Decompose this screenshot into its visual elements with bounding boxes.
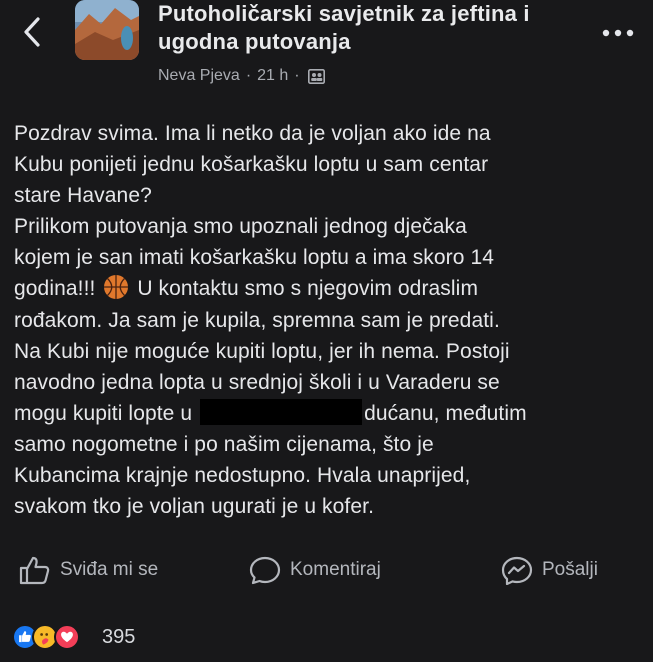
basketball-emoji <box>104 275 129 300</box>
post-text: Pozdrav svima. Ima li netko da je voljan… <box>14 118 642 522</box>
post-line: Na Kubi nije moguće kupiti loptu, jer ih… <box>14 339 510 363</box>
post-line: navodno jedna lopta u srednjoj školi i u… <box>14 370 500 394</box>
post-line: Prilikom putovanja smo upoznali jednog d… <box>14 215 467 239</box>
post-actions: Sviđa mi se Komentiraj Pošalji <box>0 548 653 592</box>
more-dots-icon[interactable] <box>601 28 635 38</box>
post-line: U kontaktu smo s njegovim odraslim <box>137 277 479 301</box>
author-name[interactable]: Neva Pjeva <box>158 67 240 85</box>
post-screen: Putoholičarski savjetnik za jeftina i ug… <box>0 0 653 662</box>
like-label: Sviđa mi se <box>60 559 159 580</box>
group-title[interactable]: Putoholičarski savjetnik za jeftina i ug… <box>158 0 598 56</box>
post-meta: Neva Pjeva · 21 h · <box>158 64 325 88</box>
meta-separator: · <box>294 67 300 84</box>
post-line: kojem je san imati košarkašku loptu a im… <box>14 246 495 270</box>
post-line: Kubu ponijeti jednu košarkašku loptu u s… <box>14 153 489 177</box>
messenger-icon <box>501 556 533 585</box>
like-button[interactable]: Sviđa mi se <box>18 548 158 592</box>
reaction-icons <box>12 622 98 652</box>
send-button[interactable]: Pošalji <box>500 548 598 592</box>
love-icon <box>54 624 80 650</box>
post-line: godina!!! <box>14 277 96 301</box>
chevron-left-icon[interactable] <box>18 14 48 50</box>
post-line: rođakom. Ja sam je kupila, spremna sam j… <box>14 308 500 332</box>
redaction-bar <box>200 398 363 425</box>
group-avatar-image <box>75 0 139 60</box>
post-line: dućanu, međutim <box>364 401 527 425</box>
post-line: samo nogometne i po našim cijenama, što … <box>14 432 434 456</box>
reaction-count: 395 <box>102 625 136 648</box>
send-label: Pošalji <box>542 559 598 580</box>
post-line: stare Havane? <box>14 184 152 208</box>
group-avatar[interactable] <box>75 0 139 60</box>
members-icon <box>307 68 325 84</box>
meta-separator: · <box>245 67 252 84</box>
post-line: mogu kupiti lopte u <box>14 401 193 425</box>
reactions-summary[interactable]: 395 <box>12 620 135 654</box>
post-line: Pozdrav svima. Ima li netko da je voljan… <box>14 122 491 145</box>
post-line: Kubancima krajnje nedostupno. Hvala unap… <box>14 464 471 488</box>
post-line: svakom tko je voljan ugurati je u kofer. <box>14 495 375 519</box>
post-header: Putoholičarski savjetnik za jeftina i ug… <box>0 0 653 100</box>
post-time[interactable]: 21 h <box>257 67 288 85</box>
comment-button[interactable]: Komentiraj <box>248 548 381 592</box>
comment-bubble-icon <box>249 556 281 585</box>
comment-label: Komentiraj <box>290 559 381 580</box>
thumbs-up-icon <box>19 556 50 585</box>
